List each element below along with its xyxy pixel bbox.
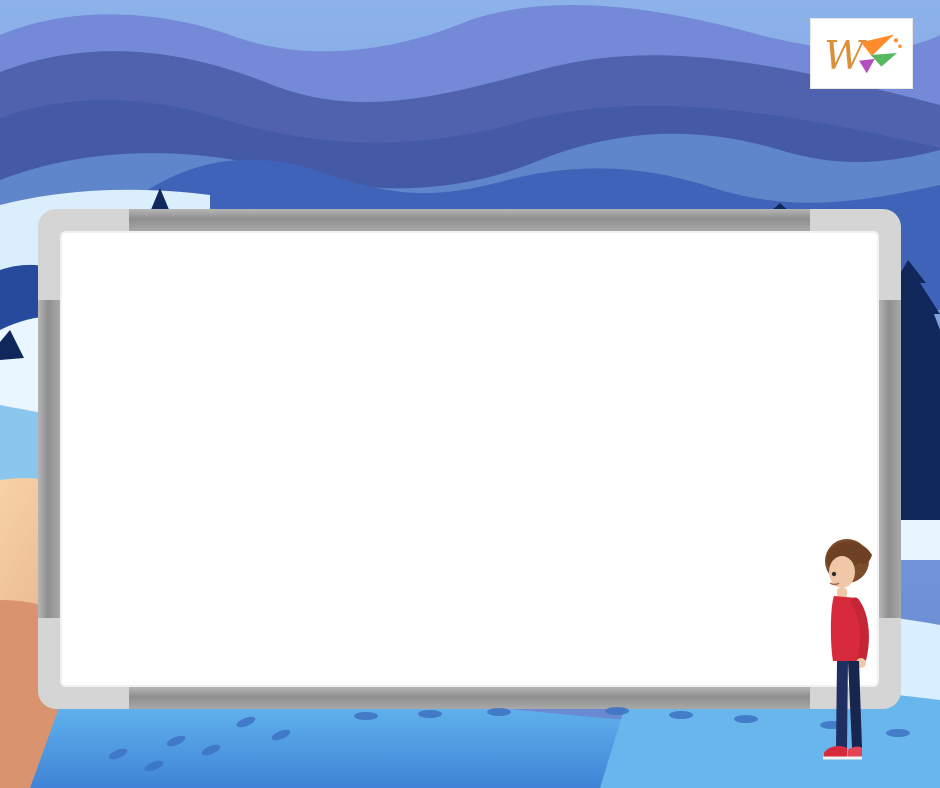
scene: W [0,0,940,788]
logo-mark: W [824,34,902,79]
board-frame-top [129,209,810,231]
svg-text:W: W [824,34,867,79]
whiteboard [38,209,901,709]
board-frame-bottom [129,687,810,709]
board-frame-left [38,300,60,618]
standing-child-icon [812,534,884,770]
w-logo-icon: W [810,18,913,89]
child-illustration [823,539,872,760]
board-surface [60,231,879,687]
